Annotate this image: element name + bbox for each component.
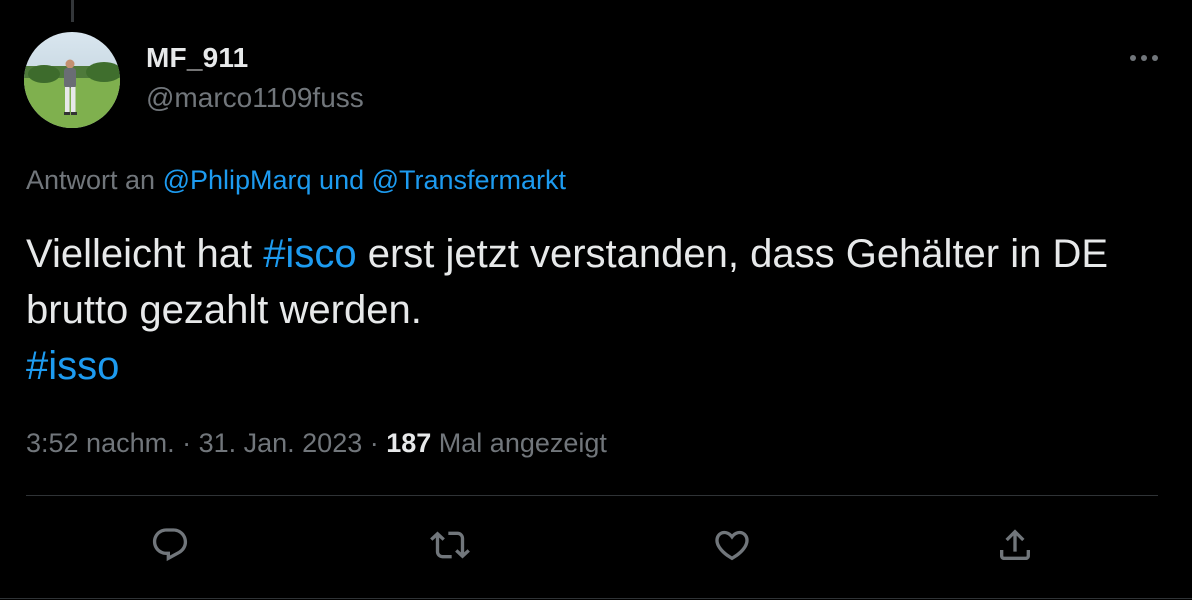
divider [26, 495, 1158, 496]
tweet-text: Vielleicht hat #isco erst jetzt verstand… [26, 226, 1146, 394]
reply-to-joiner: und [311, 165, 372, 195]
thread-connector-line [71, 0, 74, 22]
author-display-name[interactable]: MF_911 [146, 42, 248, 74]
reply-bubble-icon [152, 528, 188, 562]
tweet-time[interactable]: 3:52 nachm. [26, 428, 175, 458]
reply-to-user-link[interactable]: @PhlipMarq [163, 165, 312, 195]
views-count[interactable]: 187 [386, 428, 431, 458]
reply-to-user-link[interactable]: @Transfermarkt [372, 165, 566, 195]
author-handle[interactable]: @marco1109fuss [146, 82, 364, 114]
hashtag-link[interactable]: #isso [26, 344, 119, 388]
tweet-text-part: Vielleicht hat [26, 232, 264, 276]
meta-separator: · [174, 428, 199, 458]
share-upload-icon [1000, 529, 1030, 560]
retweet-button[interactable] [425, 520, 475, 570]
reply-button[interactable] [145, 520, 195, 570]
tweet-date[interactable]: 31. Jan. 2023 [199, 428, 363, 458]
meta-separator: · [362, 428, 387, 458]
share-button[interactable] [990, 520, 1040, 570]
avatar-photo [24, 32, 120, 128]
hashtag-link[interactable]: #isco [263, 232, 356, 276]
avatar[interactable] [24, 32, 120, 128]
reply-to-line: Antwort an @PhlipMarq und @Transfermarkt [26, 165, 566, 196]
retweet-icon [430, 531, 470, 559]
more-horizontal-icon [1130, 55, 1158, 61]
more-options-button[interactable] [1126, 42, 1162, 74]
heart-icon [715, 530, 749, 561]
action-bar [0, 520, 1192, 570]
views-label[interactable]: Mal angezeigt [431, 428, 607, 458]
divider [0, 598, 1192, 599]
tweet-meta: 3:52 nachm. · 31. Jan. 2023 · 187 Mal an… [26, 428, 607, 459]
like-button[interactable] [707, 520, 757, 570]
reply-to-prefix: Antwort an [26, 165, 163, 195]
